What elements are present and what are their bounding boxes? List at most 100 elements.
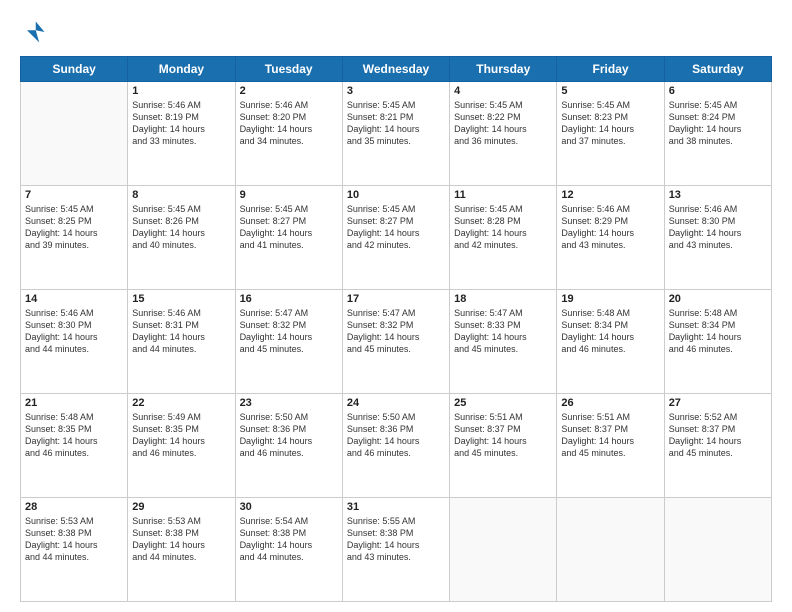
day-info: Sunrise: 5:47 AM Sunset: 8:32 PM Dayligh… xyxy=(240,307,338,356)
calendar-cell: 9 Sunrise: 5:45 AM Sunset: 8:27 PM Daylig… xyxy=(235,186,342,290)
calendar-cell: 18 Sunrise: 5:47 AM Sunset: 8:33 PM Dayli… xyxy=(450,290,557,394)
day-number: 18 xyxy=(454,293,552,305)
calendar-cell: 8 Sunrise: 5:45 AM Sunset: 8:26 PM Daylig… xyxy=(128,186,235,290)
calendar-cell: 12 Sunrise: 5:46 AM Sunset: 8:29 PM Dayli… xyxy=(557,186,664,290)
day-number: 5 xyxy=(561,85,659,97)
calendar-week-4: 21 Sunrise: 5:48 AM Sunset: 8:35 PM Dayli… xyxy=(21,394,772,498)
day-info: Sunrise: 5:53 AM Sunset: 8:38 PM Dayligh… xyxy=(25,515,123,564)
page: SundayMondayTuesdayWednesdayThursdayFrid… xyxy=(0,0,792,612)
calendar-cell: 1 Sunrise: 5:46 AM Sunset: 8:19 PM Daylig… xyxy=(128,82,235,186)
calendar-cell: 16 Sunrise: 5:47 AM Sunset: 8:32 PM Dayli… xyxy=(235,290,342,394)
day-info: Sunrise: 5:46 AM Sunset: 8:19 PM Dayligh… xyxy=(132,99,230,148)
calendar-cell xyxy=(21,82,128,186)
day-number: 15 xyxy=(132,293,230,305)
day-number: 9 xyxy=(240,189,338,201)
calendar-cell: 23 Sunrise: 5:50 AM Sunset: 8:36 PM Dayli… xyxy=(235,394,342,498)
calendar-cell: 10Sunrise: 5:45 AM Sunset: 8:27 PM Dayli… xyxy=(342,186,449,290)
day-number: 29 xyxy=(132,501,230,513)
logo xyxy=(20,18,52,46)
day-number: 17 xyxy=(347,293,445,305)
calendar-cell xyxy=(664,498,771,602)
calendar-cell: 2 Sunrise: 5:46 AM Sunset: 8:20 PM Daylig… xyxy=(235,82,342,186)
day-number: 30 xyxy=(240,501,338,513)
day-info: Sunrise: 5:50 AM Sunset: 8:36 PM Dayligh… xyxy=(240,411,338,460)
calendar-table: SundayMondayTuesdayWednesdayThursdayFrid… xyxy=(20,56,772,602)
calendar-cell: 21 Sunrise: 5:48 AM Sunset: 8:35 PM Dayli… xyxy=(21,394,128,498)
calendar-cell: 26 Sunrise: 5:51 AM Sunset: 8:37 PM Dayli… xyxy=(557,394,664,498)
calendar-week-2: 7 Sunrise: 5:45 AM Sunset: 8:25 PM Daylig… xyxy=(21,186,772,290)
day-info: Sunrise: 5:45 AM Sunset: 8:27 PM Dayligh… xyxy=(240,203,338,252)
day-number: 19 xyxy=(561,293,659,305)
weekday-header-monday: Monday xyxy=(128,57,235,82)
day-info: Sunrise: 5:47 AM Sunset: 8:33 PM Dayligh… xyxy=(454,307,552,356)
day-info: Sunrise: 5:51 AM Sunset: 8:37 PM Dayligh… xyxy=(561,411,659,460)
day-number: 2 xyxy=(240,85,338,97)
day-info: Sunrise: 5:46 AM Sunset: 8:30 PM Dayligh… xyxy=(25,307,123,356)
day-number: 8 xyxy=(132,189,230,201)
calendar-cell: 15 Sunrise: 5:46 AM Sunset: 8:31 PM Dayli… xyxy=(128,290,235,394)
weekday-header-saturday: Saturday xyxy=(664,57,771,82)
calendar-cell: 25Sunrise: 5:51 AM Sunset: 8:37 PM Dayli… xyxy=(450,394,557,498)
day-info: Sunrise: 5:45 AM Sunset: 8:23 PM Dayligh… xyxy=(561,99,659,148)
calendar-cell: 6 Sunrise: 5:45 AM Sunset: 8:24 PM Daylig… xyxy=(664,82,771,186)
day-info: Sunrise: 5:46 AM Sunset: 8:30 PM Dayligh… xyxy=(669,203,767,252)
day-info: Sunrise: 5:48 AM Sunset: 8:35 PM Dayligh… xyxy=(25,411,123,460)
day-number: 7 xyxy=(25,189,123,201)
calendar-cell: 30Sunrise: 5:54 AM Sunset: 8:38 PM Dayli… xyxy=(235,498,342,602)
calendar-week-1: 1 Sunrise: 5:46 AM Sunset: 8:19 PM Daylig… xyxy=(21,82,772,186)
calendar-cell: 22Sunrise: 5:49 AM Sunset: 8:35 PM Dayli… xyxy=(128,394,235,498)
weekday-header-row: SundayMondayTuesdayWednesdayThursdayFrid… xyxy=(21,57,772,82)
calendar-cell: 5 Sunrise: 5:45 AM Sunset: 8:23 PM Daylig… xyxy=(557,82,664,186)
calendar-cell: 27 Sunrise: 5:52 AM Sunset: 8:37 PM Dayli… xyxy=(664,394,771,498)
day-info: Sunrise: 5:45 AM Sunset: 8:22 PM Dayligh… xyxy=(454,99,552,148)
day-number: 11 xyxy=(454,189,552,201)
logo-icon xyxy=(20,18,48,46)
day-info: Sunrise: 5:47 AM Sunset: 8:32 PM Dayligh… xyxy=(347,307,445,356)
day-number: 6 xyxy=(669,85,767,97)
day-info: Sunrise: 5:46 AM Sunset: 8:20 PM Dayligh… xyxy=(240,99,338,148)
day-number: 27 xyxy=(669,397,767,409)
weekday-header-friday: Friday xyxy=(557,57,664,82)
day-number: 28 xyxy=(25,501,123,513)
day-number: 12 xyxy=(561,189,659,201)
day-info: Sunrise: 5:48 AM Sunset: 8:34 PM Dayligh… xyxy=(669,307,767,356)
day-number: 20 xyxy=(669,293,767,305)
weekday-header-sunday: Sunday xyxy=(21,57,128,82)
calendar-cell: 13 Sunrise: 5:46 AM Sunset: 8:30 PM Dayli… xyxy=(664,186,771,290)
calendar-cell: 14 Sunrise: 5:46 AM Sunset: 8:30 PM Dayli… xyxy=(21,290,128,394)
day-info: Sunrise: 5:46 AM Sunset: 8:29 PM Dayligh… xyxy=(561,203,659,252)
weekday-header-thursday: Thursday xyxy=(450,57,557,82)
calendar-cell xyxy=(557,498,664,602)
day-info: Sunrise: 5:45 AM Sunset: 8:28 PM Dayligh… xyxy=(454,203,552,252)
calendar-cell: 29 Sunrise: 5:53 AM Sunset: 8:38 PM Dayli… xyxy=(128,498,235,602)
day-number: 10 xyxy=(347,189,445,201)
day-info: Sunrise: 5:48 AM Sunset: 8:34 PM Dayligh… xyxy=(561,307,659,356)
day-info: Sunrise: 5:45 AM Sunset: 8:24 PM Dayligh… xyxy=(669,99,767,148)
day-number: 31 xyxy=(347,501,445,513)
day-number: 24 xyxy=(347,397,445,409)
day-number: 21 xyxy=(25,397,123,409)
calendar-week-5: 28 Sunrise: 5:53 AM Sunset: 8:38 PM Dayli… xyxy=(21,498,772,602)
day-info: Sunrise: 5:53 AM Sunset: 8:38 PM Dayligh… xyxy=(132,515,230,564)
day-info: Sunrise: 5:45 AM Sunset: 8:25 PM Dayligh… xyxy=(25,203,123,252)
calendar-cell: 19 Sunrise: 5:48 AM Sunset: 8:34 PM Dayli… xyxy=(557,290,664,394)
day-number: 16 xyxy=(240,293,338,305)
calendar-cell: 28 Sunrise: 5:53 AM Sunset: 8:38 PM Dayli… xyxy=(21,498,128,602)
day-number: 3 xyxy=(347,85,445,97)
day-info: Sunrise: 5:46 AM Sunset: 8:31 PM Dayligh… xyxy=(132,307,230,356)
calendar-cell: 11 Sunrise: 5:45 AM Sunset: 8:28 PM Dayli… xyxy=(450,186,557,290)
day-number: 22 xyxy=(132,397,230,409)
weekday-header-wednesday: Wednesday xyxy=(342,57,449,82)
day-info: Sunrise: 5:52 AM Sunset: 8:37 PM Dayligh… xyxy=(669,411,767,460)
day-number: 26 xyxy=(561,397,659,409)
day-number: 1 xyxy=(132,85,230,97)
day-number: 23 xyxy=(240,397,338,409)
day-info: Sunrise: 5:45 AM Sunset: 8:26 PM Dayligh… xyxy=(132,203,230,252)
calendar-cell: 31Sunrise: 5:55 AM Sunset: 8:38 PM Dayli… xyxy=(342,498,449,602)
day-info: Sunrise: 5:45 AM Sunset: 8:21 PM Dayligh… xyxy=(347,99,445,148)
day-number: 13 xyxy=(669,189,767,201)
day-number: 14 xyxy=(25,293,123,305)
weekday-header-tuesday: Tuesday xyxy=(235,57,342,82)
calendar-cell xyxy=(450,498,557,602)
calendar-cell: 3 Sunrise: 5:45 AM Sunset: 8:21 PM Daylig… xyxy=(342,82,449,186)
